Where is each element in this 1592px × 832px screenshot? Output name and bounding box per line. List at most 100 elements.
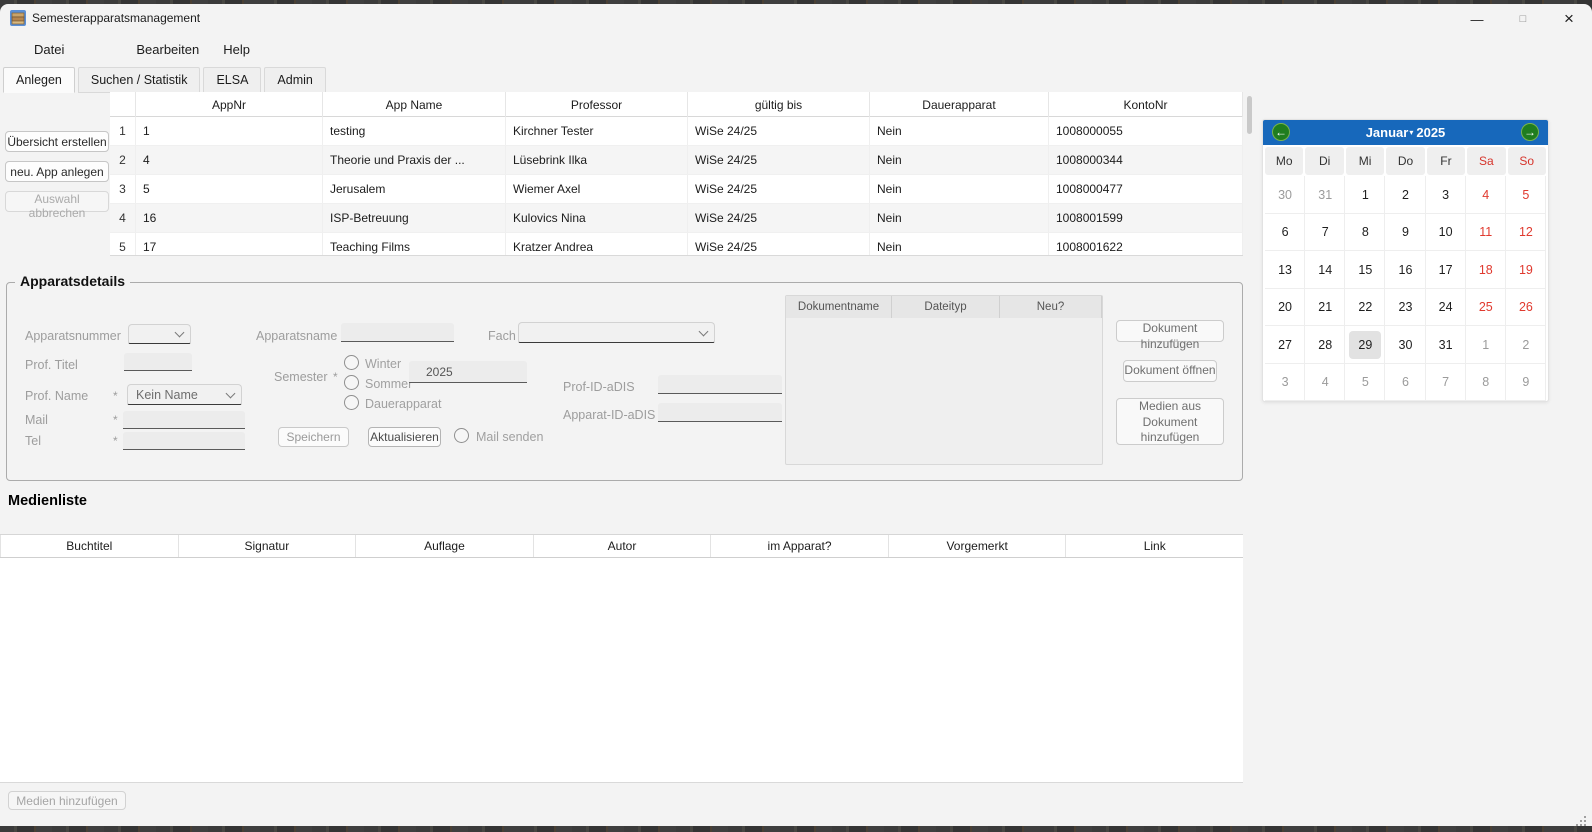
- neue-app-anlegen-button[interactable]: neu. App anlegen: [5, 161, 109, 182]
- sommer-radio[interactable]: [344, 375, 359, 390]
- cell-gueltig-bis[interactable]: WiSe 24/25: [688, 204, 870, 233]
- calendar-day[interactable]: 8: [1466, 364, 1506, 402]
- tab[interactable]: Anlegen: [3, 67, 75, 93]
- cell-appnr[interactable]: 17: [136, 233, 323, 256]
- dokument-oeffnen-button[interactable]: Dokument öffnen: [1123, 360, 1217, 382]
- cell-professor[interactable]: Kirchner Tester: [506, 117, 688, 146]
- minimize-icon[interactable]: —: [1454, 4, 1500, 34]
- speichern-button[interactable]: Speichern: [278, 427, 349, 447]
- table-row[interactable]: 1 1 testing Kirchner Tester WiSe 24/25 N…: [110, 117, 1243, 146]
- cell-appnr[interactable]: 16: [136, 204, 323, 233]
- semester-year-field[interactable]: 2025: [409, 361, 527, 383]
- calendar-day[interactable]: 5: [1506, 176, 1546, 214]
- prof-id-adis-field[interactable]: [658, 375, 782, 394]
- calendar-next-icon[interactable]: →: [1521, 123, 1539, 141]
- cell-dauerapparat[interactable]: Nein: [870, 146, 1049, 175]
- cell-gueltig-bis[interactable]: WiSe 24/25: [688, 117, 870, 146]
- table-row[interactable]: 2 4 Theorie und Praxis der ... Lüsebrink…: [110, 146, 1243, 175]
- calendar-day[interactable]: 15: [1345, 251, 1385, 289]
- documents-column-header[interactable]: Dateityp: [892, 296, 1000, 318]
- menu-item[interactable]: Bearbeiten: [128, 37, 207, 62]
- cell-appname[interactable]: ISP-Betreuung: [323, 204, 506, 233]
- cell-gueltig-bis[interactable]: WiSe 24/25: [688, 175, 870, 204]
- calendar-day[interactable]: 1: [1466, 326, 1506, 364]
- cell-appnr[interactable]: 1: [136, 117, 323, 146]
- calendar-day[interactable]: 12: [1506, 214, 1546, 252]
- calendar-day[interactable]: 22: [1345, 289, 1385, 327]
- cell-dauerapparat[interactable]: Nein: [870, 117, 1049, 146]
- uebersicht-erstellen-button[interactable]: Übersicht erstellen: [5, 131, 109, 152]
- table-row[interactable]: 5 17 Teaching Films Kratzer Andrea WiSe …: [110, 233, 1243, 256]
- tab[interactable]: Admin: [264, 67, 325, 93]
- calendar-year[interactable]: 2025: [1416, 125, 1445, 140]
- menu-item[interactable]: Help: [215, 37, 258, 62]
- table-scrollbar[interactable]: [1247, 96, 1252, 254]
- column-header-appnr[interactable]: AppNr: [136, 92, 323, 117]
- calendar-day[interactable]: 2: [1506, 326, 1546, 364]
- calendar-prev-icon[interactable]: ←: [1272, 123, 1290, 141]
- calendar-day[interactable]: 29: [1345, 326, 1385, 364]
- cell-appnr[interactable]: 5: [136, 175, 323, 204]
- calendar-day[interactable]: 24: [1426, 289, 1466, 327]
- calendar-day[interactable]: 27: [1265, 326, 1305, 364]
- calendar-day[interactable]: 8: [1345, 214, 1385, 252]
- cell-professor[interactable]: Kratzer Andrea: [506, 233, 688, 256]
- table-row[interactable]: 3 5 Jerusalem Wiemer Axel WiSe 24/25 Nei…: [110, 175, 1243, 204]
- cell-appnr[interactable]: 4: [136, 146, 323, 175]
- fach-select[interactable]: [518, 322, 715, 343]
- calendar-day[interactable]: 30: [1385, 326, 1425, 364]
- tab[interactable]: ELSA: [203, 67, 261, 93]
- cell-appname[interactable]: Theorie und Praxis der ...: [323, 146, 506, 175]
- cell-dauerapparat[interactable]: Nein: [870, 204, 1049, 233]
- calendar-day[interactable]: 13: [1265, 251, 1305, 289]
- cell-professor[interactable]: Kulovics Nina: [506, 204, 688, 233]
- calendar-day[interactable]: 9: [1385, 214, 1425, 252]
- cell-kontonr[interactable]: 1008000344: [1049, 146, 1243, 175]
- calendar-day[interactable]: 3: [1426, 176, 1466, 214]
- calendar-day[interactable]: 10: [1426, 214, 1466, 252]
- calendar-day[interactable]: 1: [1345, 176, 1385, 214]
- medienliste-column-header[interactable]: im Apparat?: [710, 535, 888, 557]
- calendar-day[interactable]: 7: [1305, 214, 1345, 252]
- calendar-day[interactable]: 21: [1305, 289, 1345, 327]
- cell-gueltig-bis[interactable]: WiSe 24/25: [688, 233, 870, 256]
- calendar-day[interactable]: 7: [1426, 364, 1466, 402]
- cell-kontonr[interactable]: 1008000055: [1049, 117, 1243, 146]
- calendar-day[interactable]: 23: [1385, 289, 1425, 327]
- calendar-day[interactable]: 4: [1466, 176, 1506, 214]
- mail-field[interactable]: [123, 411, 245, 429]
- mail-senden-checkbox[interactable]: [454, 428, 469, 443]
- apparatsnummer-select[interactable]: [128, 324, 191, 344]
- winter-radio[interactable]: [344, 355, 359, 370]
- aktualisieren-button[interactable]: Aktualisieren: [368, 427, 441, 447]
- calendar-day[interactable]: 28: [1305, 326, 1345, 364]
- column-header-dauerapparat[interactable]: Dauerapparat: [870, 92, 1049, 117]
- medienliste-column-header[interactable]: Buchtitel: [0, 535, 178, 557]
- medienliste-column-header[interactable]: Signatur: [178, 535, 356, 557]
- calendar-day[interactable]: 26: [1506, 289, 1546, 327]
- auswahl-abbrechen-button[interactable]: Auswahl abbrechen: [5, 191, 109, 212]
- calendar-month[interactable]: Januar: [1366, 125, 1409, 140]
- medien-hinzufuegen-button[interactable]: Medien hinzufügen: [8, 791, 126, 810]
- calendar-day[interactable]: 31: [1305, 176, 1345, 214]
- calendar-day[interactable]: 31: [1426, 326, 1466, 364]
- cell-kontonr[interactable]: 1008001599: [1049, 204, 1243, 233]
- cell-appname[interactable]: testing: [323, 117, 506, 146]
- cell-professor[interactable]: Wiemer Axel: [506, 175, 688, 204]
- cell-appname[interactable]: Teaching Films: [323, 233, 506, 256]
- calendar-day[interactable]: 4: [1305, 364, 1345, 402]
- cell-gueltig-bis[interactable]: WiSe 24/25: [688, 146, 870, 175]
- menu-item[interactable]: Datei: [26, 37, 72, 62]
- calendar-day[interactable]: 9: [1506, 364, 1546, 402]
- column-header-gueltig-bis[interactable]: gültig bis: [688, 92, 870, 117]
- calendar-day[interactable]: 17: [1426, 251, 1466, 289]
- maximize-icon[interactable]: □: [1500, 4, 1546, 34]
- column-header-appname[interactable]: App Name: [323, 92, 506, 117]
- calendar-day[interactable]: 2: [1385, 176, 1425, 214]
- calendar-day[interactable]: 20: [1265, 289, 1305, 327]
- cell-kontonr[interactable]: 1008000477: [1049, 175, 1243, 204]
- calendar-day[interactable]: 11: [1466, 214, 1506, 252]
- cell-dauerapparat[interactable]: Nein: [870, 175, 1049, 204]
- tel-field[interactable]: [123, 432, 245, 450]
- column-header-kontonr[interactable]: KontoNr: [1049, 92, 1243, 117]
